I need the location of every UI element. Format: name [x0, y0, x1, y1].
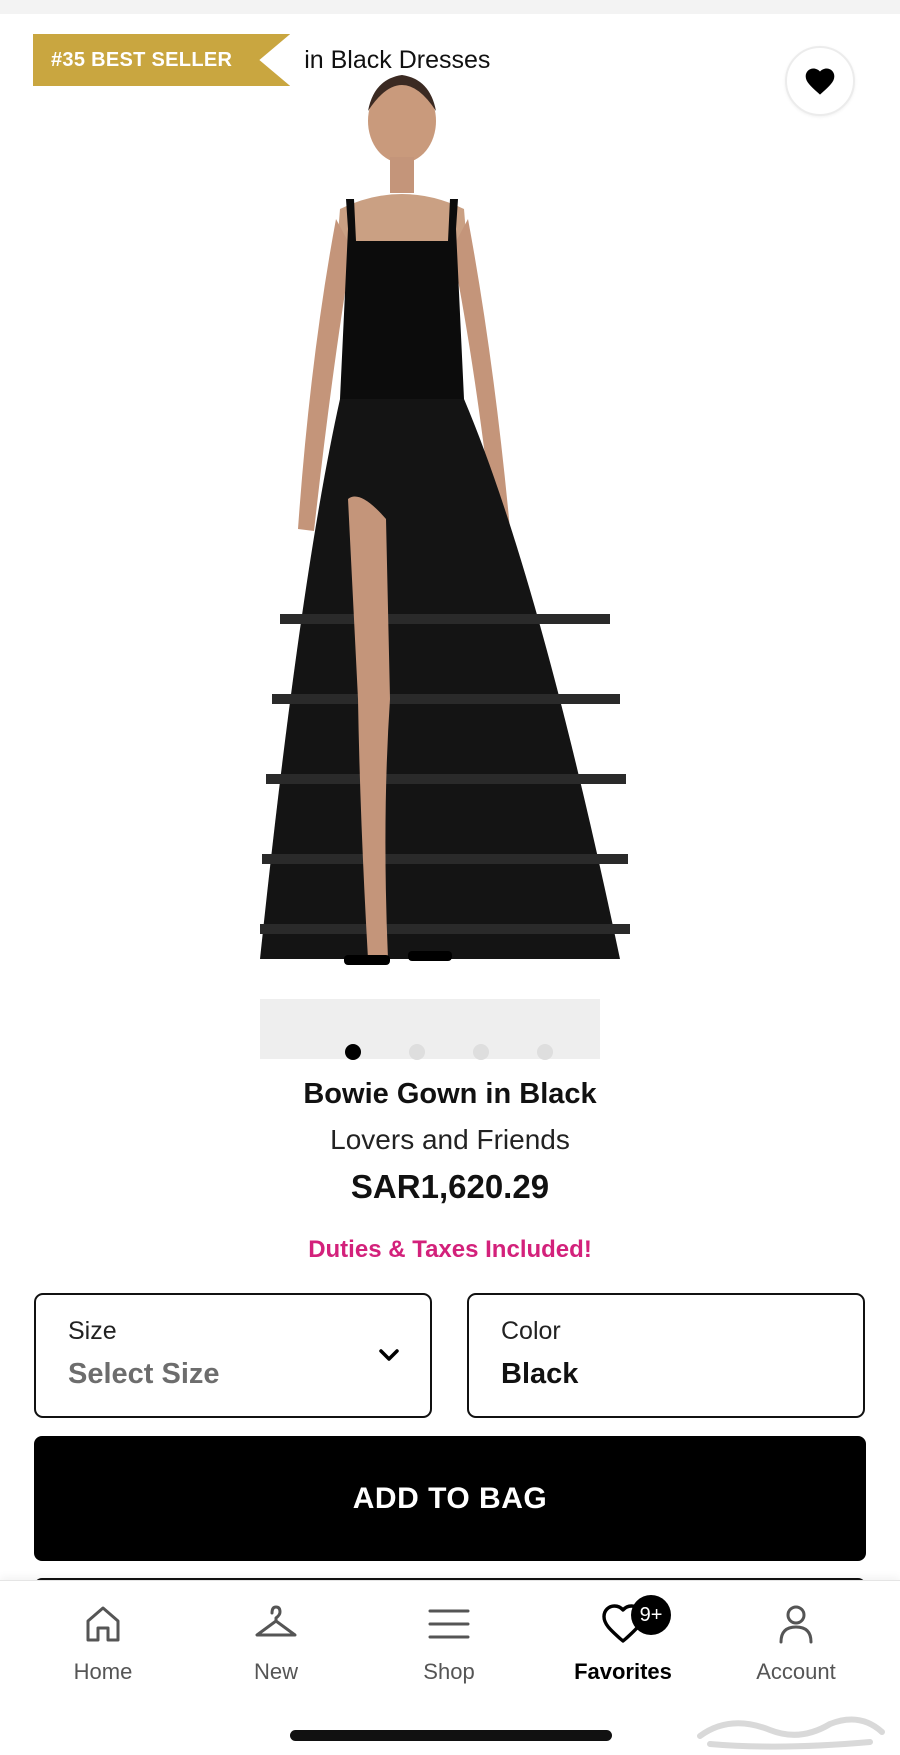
best-seller-badge: #35 BEST SELLER in Black Dresses: [33, 34, 490, 86]
pagination-dot[interactable]: [537, 1044, 553, 1060]
watermark-logo: [697, 1716, 885, 1750]
color-select[interactable]: Color Black: [467, 1293, 865, 1418]
favorite-button[interactable]: [785, 46, 855, 116]
nav-item-new[interactable]: New: [196, 1601, 356, 1701]
hanger-icon: [255, 1605, 297, 1637]
heart-icon: [805, 68, 835, 95]
nav-label-shop: Shop: [423, 1659, 475, 1684]
nav-label-favorites: Favorites: [574, 1659, 672, 1684]
size-label: Size: [68, 1317, 117, 1345]
chevron-down-icon: [379, 1349, 399, 1361]
nav-label-home: Home: [73, 1659, 133, 1684]
best-seller-category: in Black Dresses: [304, 45, 491, 74]
user-icon: [779, 1605, 813, 1644]
size-select[interactable]: Size Select Size: [34, 1293, 432, 1418]
pagination-dot[interactable]: [345, 1044, 361, 1060]
image-pagination: [345, 1044, 553, 1060]
nav-item-account[interactable]: Account: [716, 1601, 876, 1701]
product-brand[interactable]: Lovers and Friends: [0, 1124, 900, 1156]
product-price: SAR1,620.29: [350, 1168, 550, 1205]
product-title: Bowie Gown in Black: [303, 1078, 597, 1110]
home-icon: [86, 1606, 120, 1642]
home-indicator: [290, 1730, 612, 1741]
add-to-bag-button[interactable]: ADD TO BAG: [34, 1436, 866, 1561]
best-seller-rank: #35 BEST SELLER: [33, 34, 291, 86]
status-strip: [0, 0, 900, 14]
nav-item-home[interactable]: Home: [23, 1601, 183, 1701]
product-hero: #35 BEST SELLER in Black Dresses: [0, 14, 900, 1064]
nav-label-new: New: [253, 1659, 298, 1684]
duties-notice: Duties & Taxes Included!: [308, 1236, 592, 1263]
color-label: Color: [501, 1317, 561, 1345]
pagination-dot[interactable]: [473, 1044, 489, 1060]
menu-icon: [428, 1609, 470, 1639]
product-image[interactable]: [240, 59, 670, 1059]
favorites-count-badge: 9+: [631, 1595, 671, 1635]
color-value: Black: [501, 1358, 579, 1390]
size-value: Select Size: [68, 1358, 220, 1390]
nav-item-favorites[interactable]: 9+ Favorites: [543, 1595, 703, 1701]
nav-item-shop[interactable]: Shop: [369, 1601, 529, 1701]
nav-label-account: Account: [756, 1659, 836, 1684]
pagination-dot[interactable]: [409, 1044, 425, 1060]
